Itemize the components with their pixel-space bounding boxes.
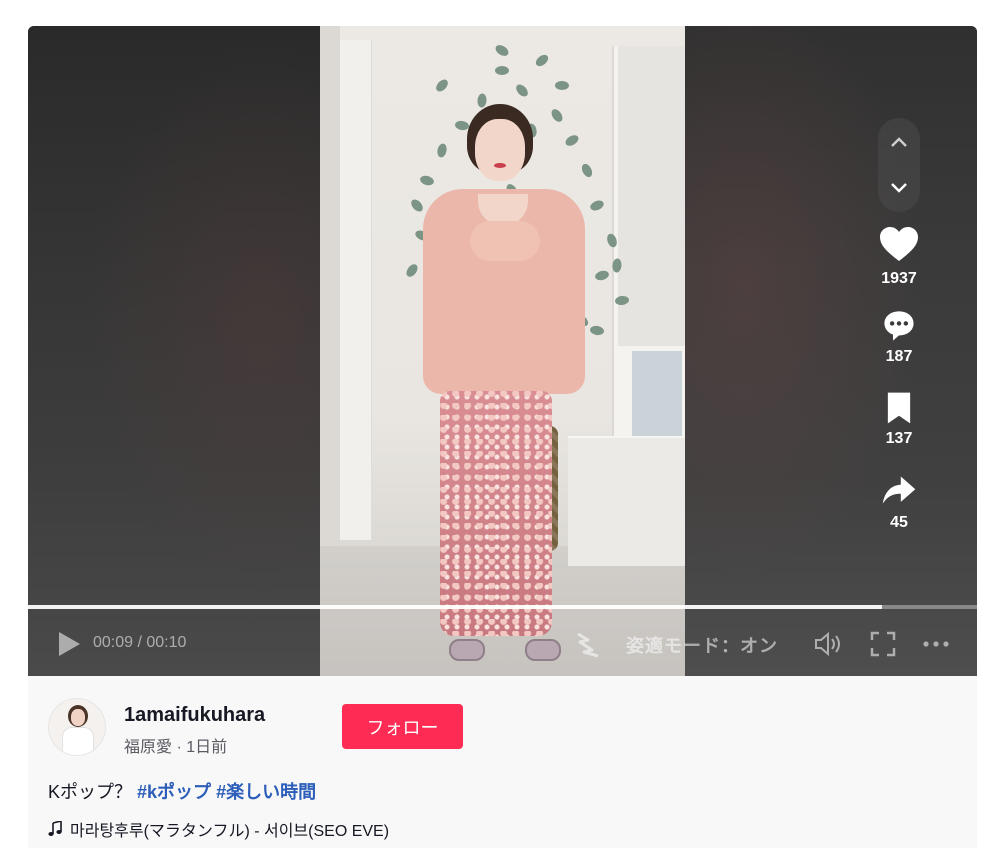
person-hands bbox=[470, 221, 540, 261]
like-count: 1937 bbox=[881, 270, 917, 287]
video-frame[interactable] bbox=[320, 26, 685, 676]
video-pillar bbox=[340, 40, 372, 540]
like-action[interactable]: 1937 bbox=[866, 224, 932, 288]
video-window-pane bbox=[632, 351, 682, 441]
hashtag-link[interactable]: #楽しい時間 bbox=[216, 782, 316, 802]
fullscreen-icon bbox=[870, 631, 896, 657]
bookmark-icon bbox=[887, 392, 911, 424]
quality-button[interactable] bbox=[574, 630, 604, 658]
plant-leaf bbox=[433, 77, 451, 94]
plant-leaf bbox=[605, 232, 619, 249]
plant-leaf bbox=[611, 258, 623, 273]
mode-status-text[interactable]: 姿適モード：オン bbox=[626, 632, 778, 658]
music-link[interactable]: 마라탕후루(マラタンフル) - 서이브(SEO EVE) bbox=[48, 817, 389, 841]
quality-icon bbox=[577, 632, 599, 658]
video-player[interactable]: 00:09 / 00:10 姿適モード：オン bbox=[28, 26, 977, 676]
plant-leaf bbox=[594, 269, 610, 282]
save-action[interactable]: 137 bbox=[866, 390, 932, 448]
next-video-button[interactable] bbox=[878, 166, 920, 210]
time-display: 00:09 / 00:10 bbox=[93, 634, 187, 651]
plant-leaf bbox=[513, 82, 531, 99]
person-sweater bbox=[423, 189, 585, 394]
comment-count: 187 bbox=[885, 348, 913, 365]
previous-video-button[interactable] bbox=[878, 120, 920, 164]
chevron-down-icon bbox=[891, 183, 907, 193]
volume-icon bbox=[815, 631, 840, 657]
play-button[interactable] bbox=[56, 630, 82, 658]
progress-fill bbox=[28, 605, 883, 609]
person-face bbox=[475, 119, 525, 181]
page: 00:09 / 00:10 姿適モード：オン 1937 187 137 45 1… bbox=[0, 0, 996, 848]
video-person bbox=[415, 101, 595, 671]
save-count: 137 bbox=[885, 430, 913, 447]
author-name-and-time: 福原愛 · 1日前 bbox=[124, 739, 228, 756]
caption-text: Kポップ？ bbox=[48, 782, 133, 802]
author-username[interactable]: 1amaifukuhara bbox=[124, 704, 265, 727]
share-action[interactable]: 45 bbox=[866, 472, 932, 532]
more-button[interactable] bbox=[921, 636, 951, 652]
more-icon bbox=[923, 641, 949, 647]
plant-leaf bbox=[533, 52, 551, 69]
play-icon bbox=[59, 632, 80, 656]
comment-icon bbox=[884, 311, 914, 341]
person-skirt bbox=[440, 391, 552, 636]
heart-icon bbox=[880, 227, 918, 261]
plant-leaf bbox=[495, 66, 509, 75]
share-count: 45 bbox=[890, 514, 908, 531]
plant-leaf bbox=[493, 42, 511, 59]
person-lips bbox=[494, 163, 506, 168]
volume-button[interactable] bbox=[813, 631, 843, 657]
plant-leaf bbox=[554, 80, 570, 91]
music-note-icon bbox=[48, 821, 62, 836]
progress-bar[interactable] bbox=[28, 605, 977, 609]
follow-button[interactable]: フォロー bbox=[342, 704, 463, 749]
plant-leaf bbox=[614, 295, 630, 306]
avatar-body bbox=[62, 727, 94, 755]
blurred-background-right bbox=[685, 26, 977, 676]
blurred-background-left bbox=[28, 26, 320, 676]
avatar-face bbox=[71, 709, 85, 726]
post-caption: Kポップ？ #kポップ #楽しい時間 bbox=[48, 778, 316, 804]
post-info: 1amaifukuhara 福原愛 · 1日前 フォロー Kポップ？ #kポップ… bbox=[28, 676, 977, 848]
avatar[interactable] bbox=[48, 698, 106, 756]
comment-action[interactable]: 187 bbox=[866, 308, 932, 366]
share-icon bbox=[882, 476, 916, 504]
hashtag-link[interactable]: #kポップ bbox=[137, 782, 211, 802]
player-controls: 00:09 / 00:10 姿適モード：オン bbox=[28, 622, 977, 666]
video-nav bbox=[878, 118, 920, 212]
chevron-up-icon bbox=[891, 137, 907, 147]
fullscreen-button[interactable] bbox=[870, 631, 896, 657]
music-title: 마라탕후루(マラタンフル) - 서이브(SEO EVE) bbox=[70, 823, 390, 840]
